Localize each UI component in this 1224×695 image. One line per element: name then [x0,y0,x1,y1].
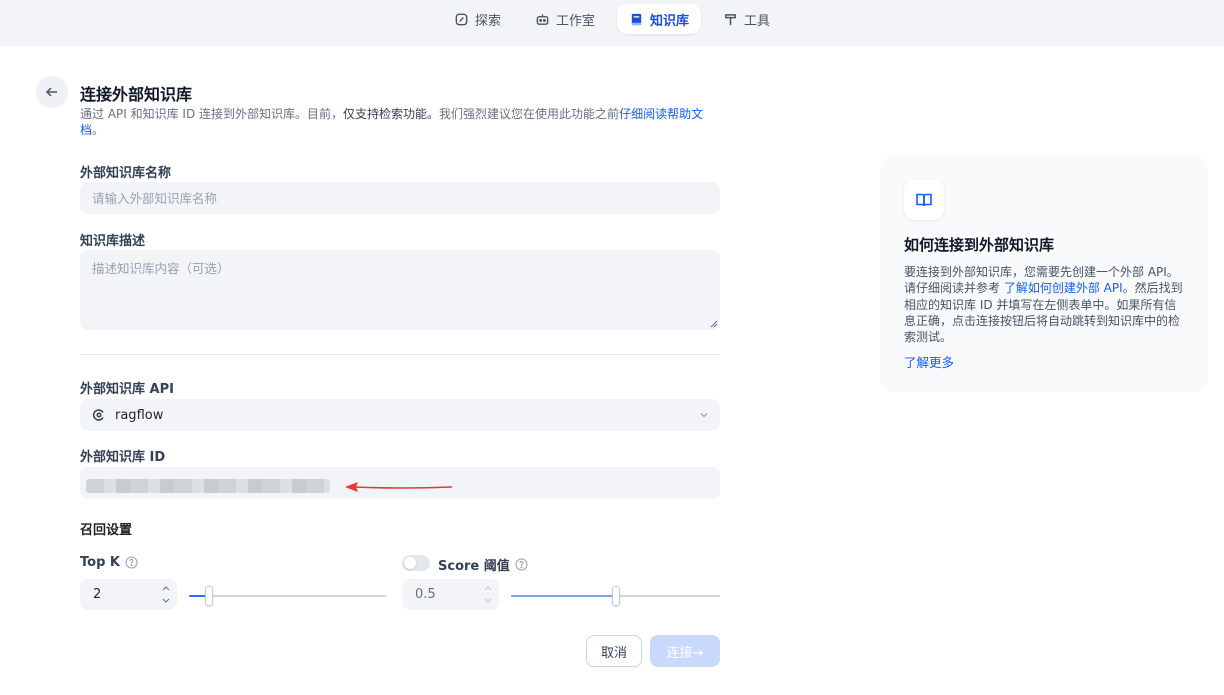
stepper-arrows-icon[interactable] [161,582,171,607]
score-slider-fill [511,595,616,597]
nav-item-tools[interactable]: 工具 [711,4,782,34]
desc-text: 通过 API 和知识库 ID 连接到外部知识库。目前， [80,107,344,121]
kb-id-label: 外部知识库 ID [80,450,166,465]
api-connection-icon [92,409,104,421]
kb-desc-label: 知识库描述 [80,234,146,249]
annotation-arrow-icon [345,482,453,492]
score-label-text: Score 阈值 [438,559,510,574]
desc-text: 。 [92,123,105,137]
card-body: 要连接到外部知识库，您需要先创建一个外部 API。请仔细阅读并参考 了解如何创建… [904,264,1184,345]
topk-value: 2 [93,587,102,602]
book-icon [631,13,642,25]
explore-icon [455,13,468,25]
help-card: 如何连接到外部知识库 要连接到外部知识库，您需要先创建一个外部 API。请仔细阅… [880,156,1208,392]
desc-text: 我们强烈建议您在使用此功能之前 [439,107,620,121]
robot-icon [536,13,549,25]
nav-item-label: 工具 [744,13,771,29]
redacted-id-value [86,479,330,493]
nav-item-label: 探索 [474,13,501,29]
create-api-link[interactable]: 了解如何创建外部 API [1004,281,1123,295]
topk-slider-thumb[interactable] [205,586,213,606]
page-title: 连接外部知识库 [80,85,193,104]
kb-name-label: 外部知识库名称 [80,166,172,181]
card-title: 如何连接到外部知识库 [904,236,1055,254]
kb-api-select[interactable]: ragflow [80,399,720,431]
topk-label: Top K [80,555,138,570]
score-number-input[interactable]: 0.5 [402,579,499,610]
divider [80,354,720,355]
score-value: 0.5 [415,587,436,602]
topk-slider-track[interactable] [189,595,386,597]
kb-name-input[interactable] [80,182,720,214]
score-label: Score 阈值 [438,555,528,574]
nav-item-knowledge[interactable]: 知识库 [617,4,702,34]
help-circle-icon[interactable] [125,556,138,569]
topk-number-input[interactable]: 2 [80,579,177,610]
back-button[interactable] [36,76,68,108]
nav-item-explore[interactable]: 探索 [442,4,513,34]
score-slider-thumb[interactable] [612,586,620,606]
nav-item-label: 工作室 [555,13,595,29]
score-threshold-toggle[interactable] [402,555,430,571]
learn-more-link[interactable]: 了解更多 [904,352,954,371]
stepper-arrows-icon[interactable] [483,582,493,607]
nav-item-studio[interactable]: 工作室 [523,4,607,34]
desc-strong-text: 仅支持检索功能。 [343,107,440,121]
kb-api-selected-value: ragflow [115,407,164,423]
cancel-button[interactable]: 取消 [586,635,642,667]
nav-item-label: 知识库 [650,13,690,29]
page-description: 通过 API 和知识库 ID 连接到外部知识库。目前，仅支持检索功能。我们强烈建… [80,106,725,138]
arrow-left-icon [45,87,57,97]
connect-button[interactable]: 连接→ [650,635,720,667]
chevron-down-icon [700,413,708,418]
help-circle-icon[interactable] [515,558,528,571]
resize-grip-icon[interactable] [710,320,718,328]
card-icon-box [904,180,944,220]
hammer-icon [725,13,736,25]
recall-settings-title: 召回设置 [80,523,133,538]
open-book-icon [916,193,932,207]
topk-label-text: Top K [80,555,120,570]
kb-desc-textarea[interactable] [80,250,720,330]
top-nav-bar: 探索 工作室 知识库 工具 [0,0,1224,46]
kb-api-label: 外部知识库 API [80,382,174,397]
main-nav: 探索 工作室 知识库 工具 [0,4,1224,34]
